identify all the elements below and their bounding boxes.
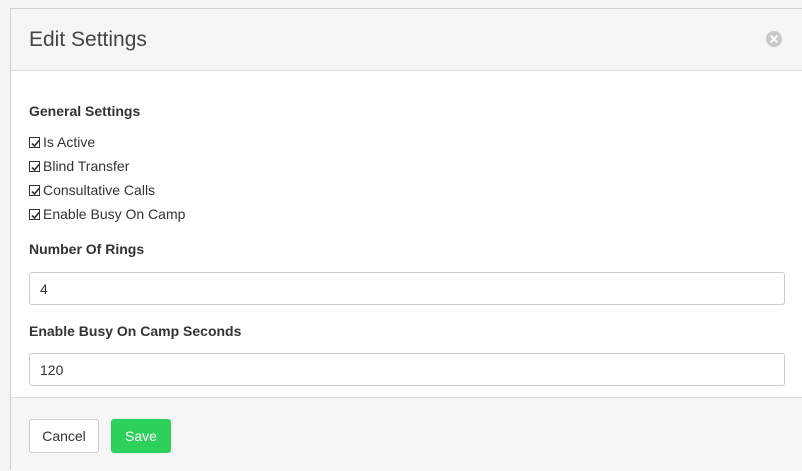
- enable-busy-on-camp-option[interactable]: Enable Busy On Camp: [29, 205, 185, 223]
- cancel-button[interactable]: Cancel: [29, 419, 99, 453]
- is-active-label: Is Active: [43, 134, 96, 150]
- blind-transfer-checkbox[interactable]: [29, 160, 40, 172]
- number-of-rings-label: Number Of Rings: [29, 241, 145, 257]
- close-icon[interactable]: [766, 31, 782, 47]
- is-active-option[interactable]: Is Active: [29, 133, 95, 151]
- enable-busy-on-camp-checkbox[interactable]: [29, 208, 40, 220]
- general-settings-heading: General Settings: [29, 103, 141, 119]
- modal-title: Edit Settings: [29, 28, 147, 51]
- save-button[interactable]: Save: [111, 419, 171, 453]
- busy-on-camp-seconds-input[interactable]: [29, 353, 785, 386]
- consultative-calls-label: Consultative Calls: [43, 182, 156, 198]
- blind-transfer-label: Blind Transfer: [43, 158, 130, 174]
- modal-body: General Settings Is Active Blind Transfe…: [11, 71, 802, 397]
- modal-header: Edit Settings: [11, 9, 802, 71]
- busy-on-camp-seconds-label: Enable Busy On Camp Seconds: [29, 323, 242, 339]
- number-of-rings-input[interactable]: [29, 272, 785, 305]
- consultative-calls-option[interactable]: Consultative Calls: [29, 181, 155, 199]
- consultative-calls-checkbox[interactable]: [29, 184, 40, 196]
- blind-transfer-option[interactable]: Blind Transfer: [29, 157, 129, 175]
- is-active-checkbox[interactable]: [29, 136, 40, 148]
- enable-busy-on-camp-label: Enable Busy On Camp: [43, 206, 186, 222]
- edit-settings-modal: Edit Settings General Settings Is Active…: [10, 8, 802, 471]
- modal-footer: Cancel Save: [11, 397, 802, 471]
